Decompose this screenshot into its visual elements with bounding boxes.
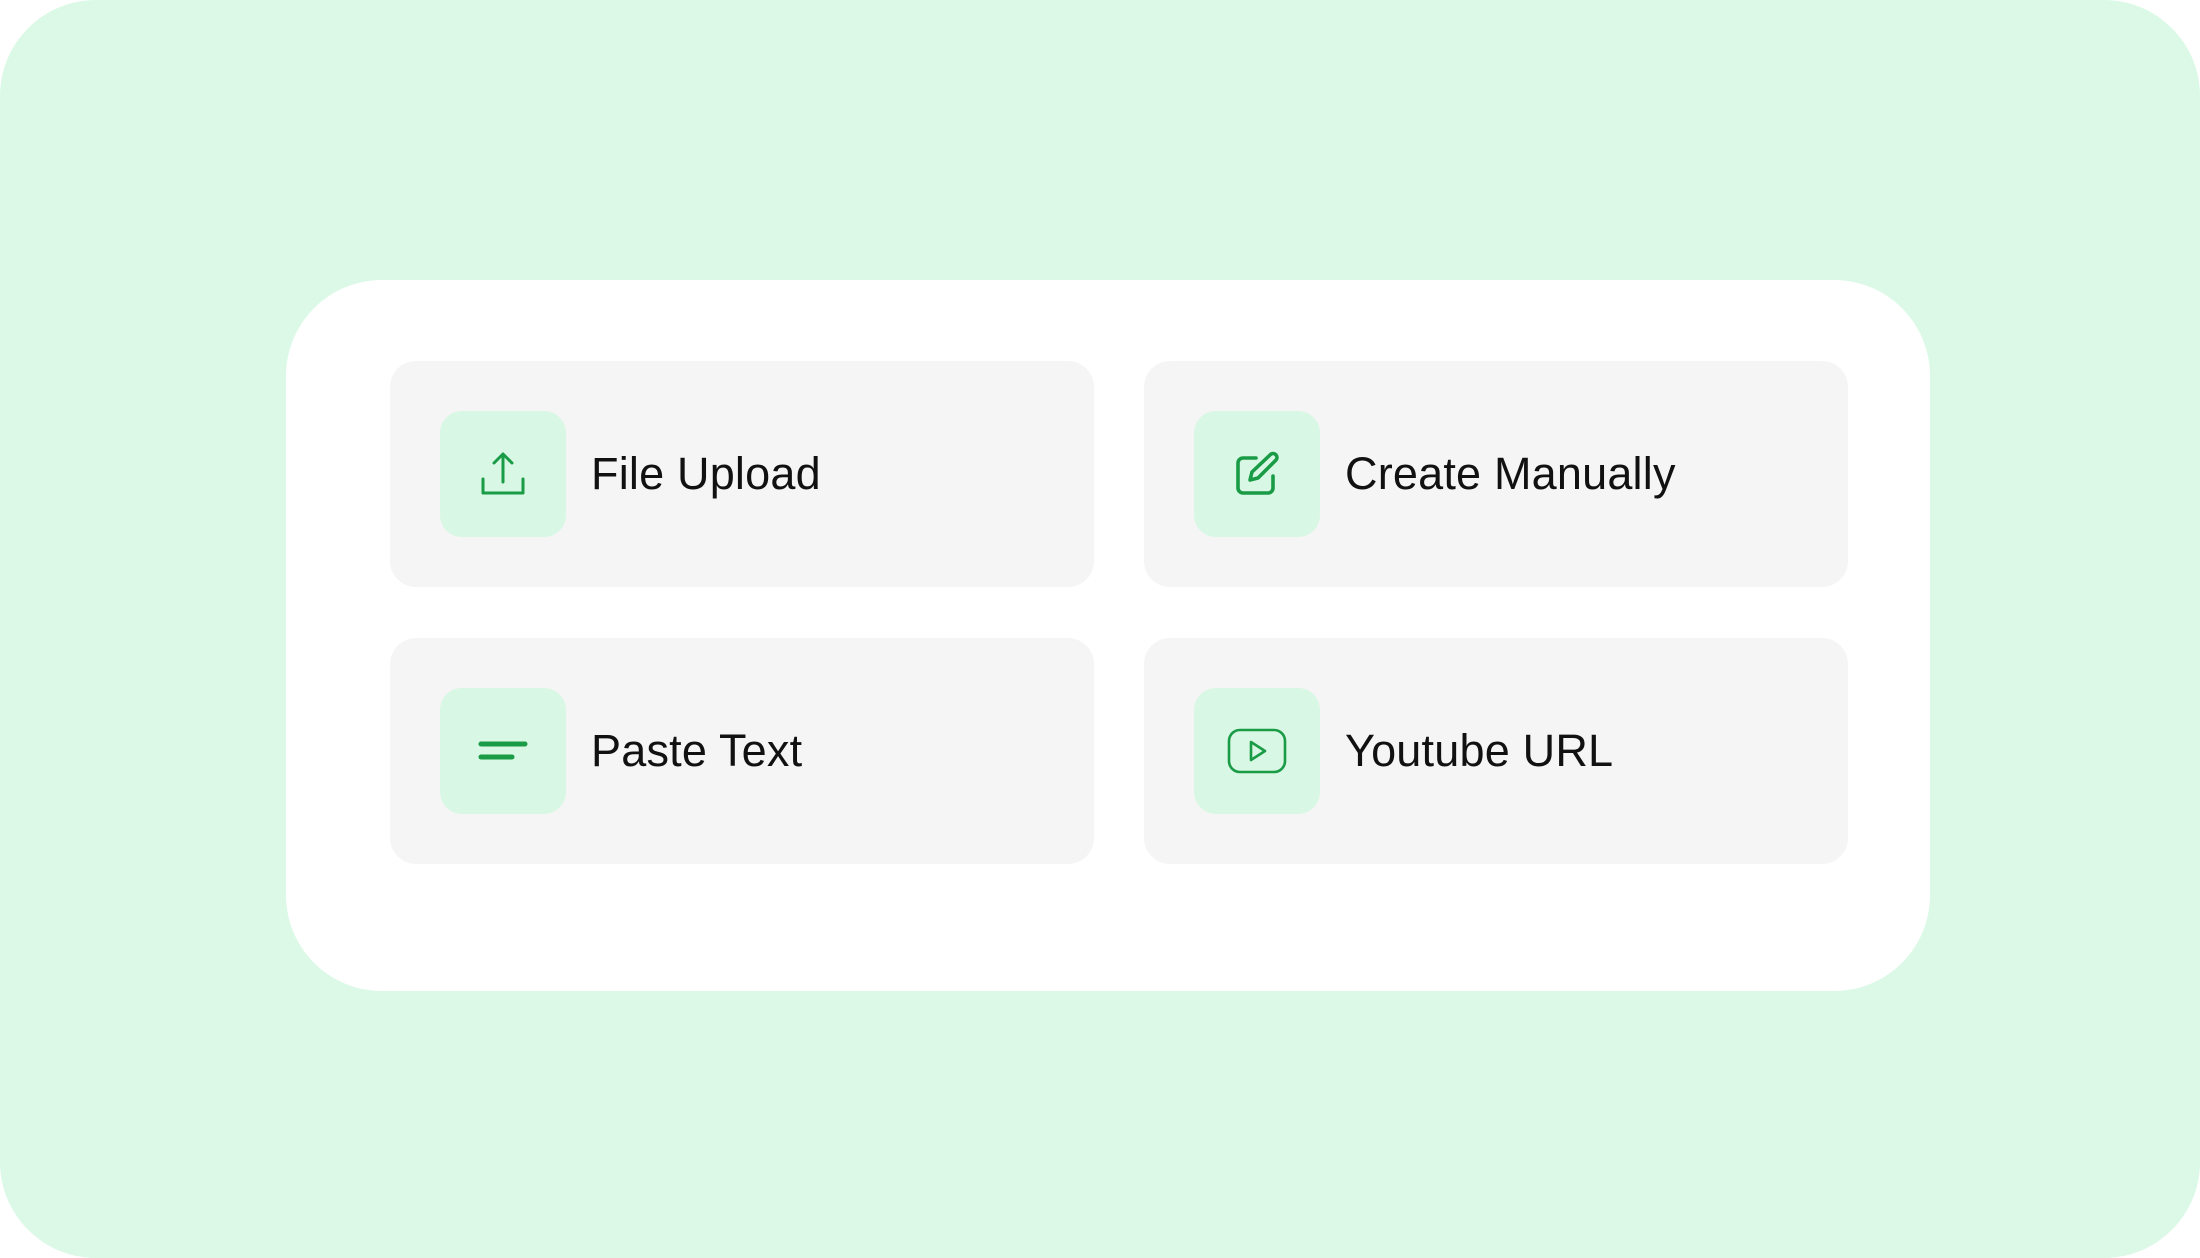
upload-icon [478, 449, 528, 499]
text-lines-icon-tile [440, 688, 566, 814]
create-manually-option[interactable]: Create Manually [1144, 361, 1848, 587]
youtube-play-icon [1226, 726, 1288, 776]
paste-text-label: Paste Text [591, 725, 803, 776]
youtube-url-option[interactable]: Youtube URL [1144, 638, 1848, 864]
youtube-play-icon-tile [1194, 688, 1320, 814]
youtube-url-label: Youtube URL [1345, 725, 1614, 776]
file-upload-option[interactable]: File Upload [390, 361, 1094, 587]
file-upload-label: File Upload [591, 448, 821, 499]
source-options-grid: File Upload Create Manually Paste Text Y… [390, 361, 1848, 864]
backdrop: File Upload Create Manually Paste Text Y… [0, 0, 2200, 1258]
upload-icon-tile [440, 411, 566, 537]
edit-icon [1232, 449, 1282, 499]
paste-text-option[interactable]: Paste Text [390, 638, 1094, 864]
text-lines-icon [478, 726, 528, 776]
source-options-panel: File Upload Create Manually Paste Text Y… [286, 280, 1930, 991]
edit-icon-tile [1194, 411, 1320, 537]
create-manually-label: Create Manually [1345, 448, 1676, 499]
